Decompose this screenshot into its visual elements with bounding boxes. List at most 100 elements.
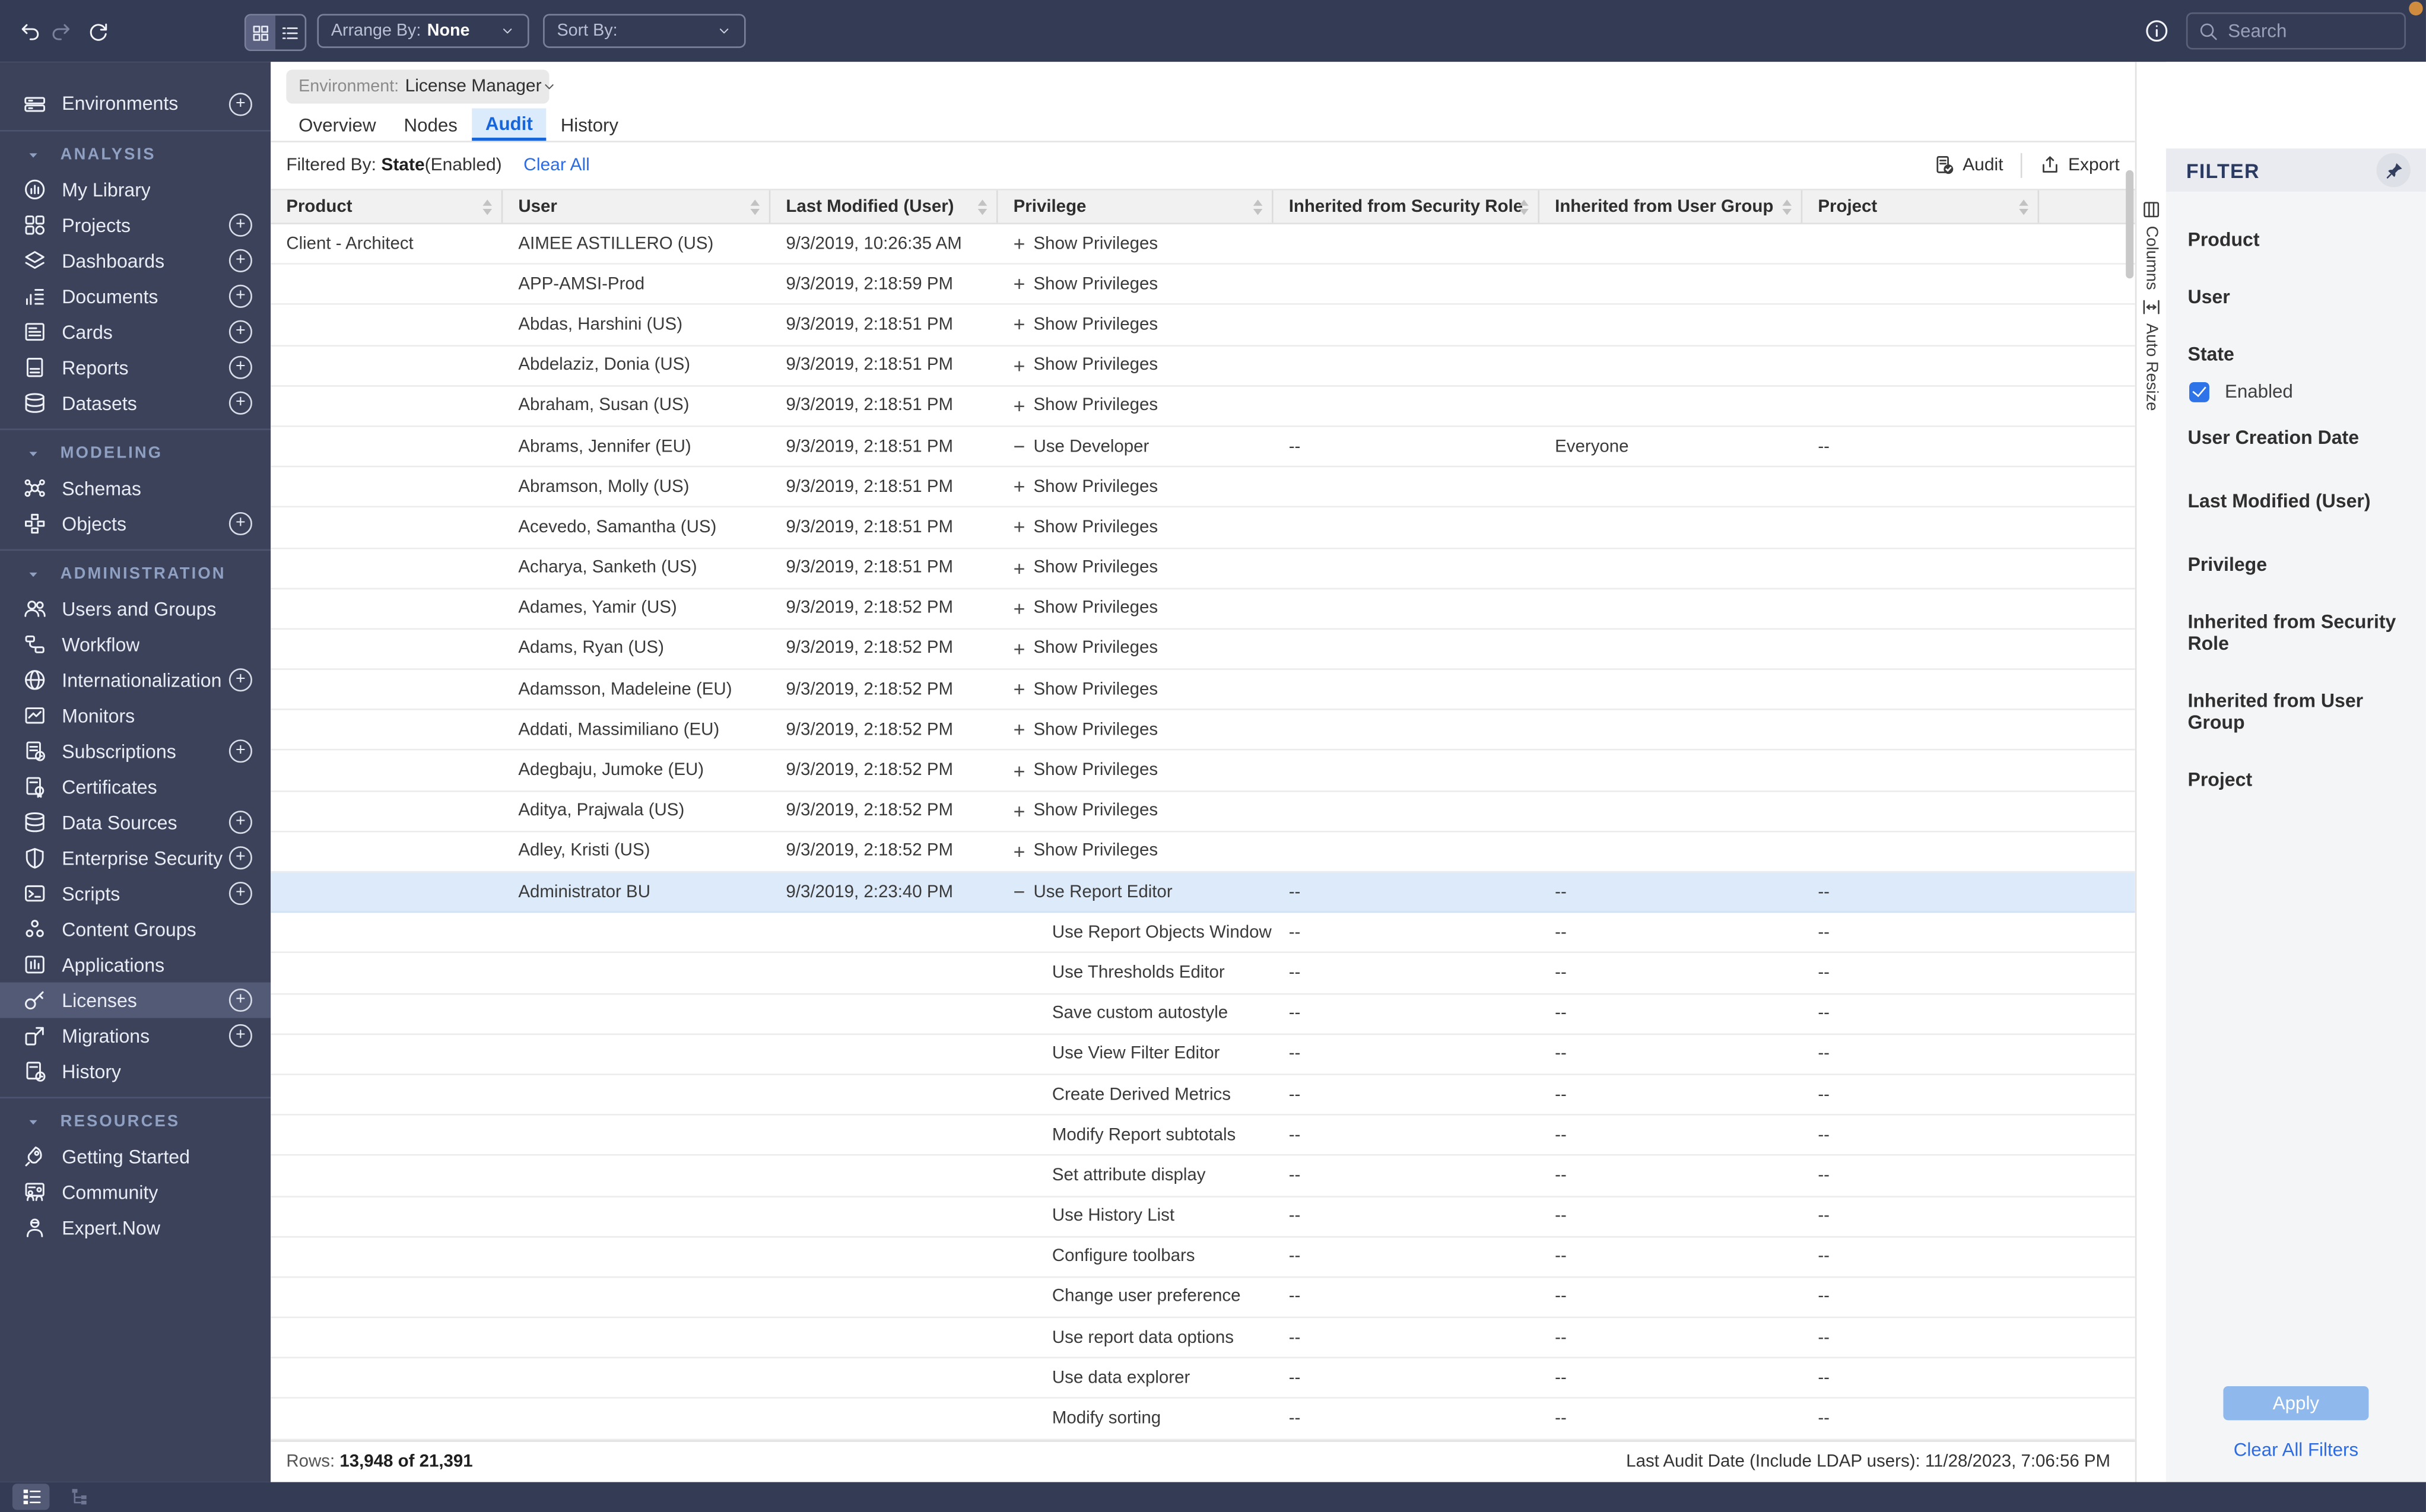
- expand-toggle-icon[interactable]: +: [1014, 232, 1034, 255]
- table-row[interactable]: Use Thresholds Editor -- -- --: [271, 954, 2135, 994]
- add-data-sources-button[interactable]: +: [229, 811, 252, 834]
- expand-toggle-icon[interactable]: +: [1014, 799, 1034, 822]
- pin-icon[interactable]: [2377, 153, 2411, 187]
- expand-toggle-icon[interactable]: −: [1014, 435, 1034, 458]
- column-header-last-modified-user[interactable]: Last Modified (User): [770, 190, 998, 223]
- sidebar-item-migrations[interactable]: Migrations +: [0, 1018, 271, 1053]
- table-row[interactable]: Modify sorting -- -- --: [271, 1399, 2135, 1440]
- expand-toggle-icon[interactable]: +: [1014, 597, 1034, 620]
- sidebar-item-licenses[interactable]: Licenses +: [0, 983, 271, 1018]
- sidebar-item-subscriptions[interactable]: Subscriptions +: [0, 733, 271, 769]
- table-row[interactable]: Administrator BU 9/3/2019, 2:23:40 PM − …: [271, 872, 2135, 913]
- table-row[interactable]: Adames, Yamir (US) 9/3/2019, 2:18:52 PM …: [271, 589, 2135, 629]
- sidebar-item-datasets[interactable]: Datasets +: [0, 385, 271, 421]
- column-header-user[interactable]: User: [503, 190, 770, 223]
- tab-nodes[interactable]: Nodes: [390, 108, 471, 141]
- add-datasets-button[interactable]: +: [229, 392, 252, 415]
- filter-field-product[interactable]: Product: [2187, 229, 2404, 250]
- table-row[interactable]: APP-AMSI-Prod 9/3/2019, 2:18:59 PM + Sho…: [271, 265, 2135, 305]
- tab-audit[interactable]: Audit: [471, 108, 547, 141]
- expand-toggle-icon[interactable]: +: [1014, 273, 1034, 296]
- sidebar-item-getting-started[interactable]: Getting Started +: [0, 1139, 271, 1174]
- table-row[interactable]: Abdelaziz, Donia (US) 9/3/2019, 2:18:51 …: [271, 346, 2135, 386]
- sidebar-section-administration[interactable]: ADMINISTRATION: [0, 557, 271, 591]
- side-tab-auto-resize[interactable]: Auto Resize: [2136, 290, 2166, 412]
- sidebar-item-content-groups[interactable]: Content Groups +: [0, 911, 271, 947]
- expand-toggle-icon[interactable]: +: [1014, 840, 1034, 863]
- sidebar-item-users-and-groups[interactable]: Users and Groups +: [0, 591, 271, 627]
- sidebar-item-schemas[interactable]: Schemas +: [0, 471, 271, 506]
- filter-field-user[interactable]: User: [2187, 286, 2404, 307]
- expand-toggle-icon[interactable]: +: [1014, 313, 1034, 336]
- sidebar-item-enterprise-security[interactable]: Enterprise Security +: [0, 840, 271, 876]
- table-row[interactable]: Adamsson, Madeleine (EU) 9/3/2019, 2:18:…: [271, 670, 2135, 710]
- expand-toggle-icon[interactable]: +: [1014, 719, 1034, 742]
- add-enterprise-security-button[interactable]: +: [229, 846, 252, 869]
- sidebar-item-dashboards[interactable]: Dashboards +: [0, 243, 271, 278]
- sidebar-item-projects[interactable]: Projects +: [0, 207, 271, 243]
- add-projects-button[interactable]: +: [229, 214, 252, 237]
- table-row[interactable]: Configure toolbars -- -- --: [271, 1237, 2135, 1278]
- add-reports-button[interactable]: +: [229, 356, 252, 379]
- table-row[interactable]: Use report data options -- -- --: [271, 1318, 2135, 1358]
- audit-button[interactable]: Audit: [1933, 155, 2003, 176]
- table-row[interactable]: Change user preference -- -- --: [271, 1278, 2135, 1318]
- state-enabled-checkbox[interactable]: Enabled: [2189, 380, 2404, 402]
- add-cards-button[interactable]: +: [229, 320, 252, 344]
- table-row[interactable]: Modify Report subtotals -- -- --: [271, 1116, 2135, 1156]
- table-scrollbar[interactable]: [2126, 170, 2133, 278]
- table-row[interactable]: Acevedo, Samantha (US) 9/3/2019, 2:18:51…: [271, 508, 2135, 548]
- table-row[interactable]: Acharya, Sanketh (US) 9/3/2019, 2:18:51 …: [271, 548, 2135, 589]
- table-row[interactable]: Use View Filter Editor -- -- --: [271, 1034, 2135, 1075]
- sidebar-item-objects[interactable]: Objects +: [0, 506, 271, 542]
- table-row[interactable]: Abrams, Jennifer (EU) 9/3/2019, 2:18:51 …: [271, 427, 2135, 467]
- table-row[interactable]: Adley, Kristi (US) 9/3/2019, 2:18:52 PM …: [271, 832, 2135, 872]
- table-row[interactable]: Abdas, Harshini (US) 9/3/2019, 2:18:51 P…: [271, 306, 2135, 346]
- tab-overview[interactable]: Overview: [285, 108, 390, 141]
- sidebar-item-scripts[interactable]: Scripts +: [0, 876, 271, 911]
- info-icon[interactable]: [2140, 14, 2174, 47]
- filter-field-inherited-from-user-group[interactable]: Inherited from User Group: [2187, 690, 2404, 733]
- add-migrations-button[interactable]: +: [229, 1024, 252, 1047]
- sidebar-section-analysis[interactable]: ANALYSIS: [0, 138, 271, 171]
- expand-toggle-icon[interactable]: +: [1014, 678, 1034, 701]
- tree-view-bottom-icon[interactable]: [61, 1484, 98, 1510]
- add-objects-button[interactable]: +: [229, 512, 252, 535]
- sidebar-item-workflow[interactable]: Workflow +: [0, 627, 271, 662]
- filter-field-inherited-from-security-role[interactable]: Inherited from Security Role: [2187, 611, 2404, 655]
- column-header-privilege[interactable]: Privilege: [998, 190, 1274, 223]
- sidebar-item-data-sources[interactable]: Data Sources +: [0, 805, 271, 840]
- add-dashboards-button[interactable]: +: [229, 249, 252, 272]
- redo-icon[interactable]: [43, 14, 77, 47]
- add-subscriptions-button[interactable]: +: [229, 739, 252, 763]
- table-row[interactable]: Use Report Objects Window -- -- --: [271, 913, 2135, 954]
- sidebar-section-resources[interactable]: RESOURCES: [0, 1104, 271, 1138]
- table-row[interactable]: Use History List -- -- --: [271, 1197, 2135, 1237]
- environment-selector[interactable]: Environment: License Manager: [286, 69, 549, 103]
- table-row[interactable]: Aditya, Prajwala (US) 9/3/2019, 2:18:52 …: [271, 792, 2135, 832]
- arrange-by-dropdown[interactable]: Arrange By: None: [317, 14, 529, 47]
- expand-toggle-icon[interactable]: +: [1014, 516, 1034, 539]
- sidebar-item-reports[interactable]: Reports +: [0, 350, 271, 385]
- filter-field-user-creation-date[interactable]: User Creation Date: [2187, 427, 2404, 449]
- sidebar-item-internationalization[interactable]: Internationalization +: [0, 662, 271, 698]
- tab-history[interactable]: History: [547, 108, 632, 141]
- table-row[interactable]: Adams, Ryan (US) 9/3/2019, 2:18:52 PM + …: [271, 630, 2135, 670]
- expand-toggle-icon[interactable]: +: [1014, 475, 1034, 498]
- filter-field-privilege[interactable]: Privilege: [2187, 554, 2404, 575]
- add-internationalization-button[interactable]: +: [229, 668, 252, 691]
- export-button[interactable]: Export: [2039, 155, 2120, 176]
- expand-toggle-icon[interactable]: +: [1014, 394, 1034, 417]
- filter-field-state[interactable]: State: [2187, 344, 2404, 365]
- undo-icon[interactable]: [12, 14, 46, 47]
- sidebar-item-cards[interactable]: Cards +: [0, 314, 271, 350]
- side-tab-columns[interactable]: Columns: [2136, 192, 2166, 290]
- table-row[interactable]: Create Derived Metrics -- -- --: [271, 1075, 2135, 1116]
- sidebar-item-expert-now[interactable]: Expert.Now +: [0, 1210, 271, 1246]
- sidebar-item-community[interactable]: Community +: [0, 1174, 271, 1210]
- table-row[interactable]: Addati, Massimiliano (EU) 9/3/2019, 2:18…: [271, 710, 2135, 751]
- expand-toggle-icon[interactable]: +: [1014, 759, 1034, 782]
- refresh-icon[interactable]: [81, 14, 115, 47]
- sidebar-item-documents[interactable]: Documents +: [0, 278, 271, 314]
- column-header-project[interactable]: Project: [1802, 190, 2039, 223]
